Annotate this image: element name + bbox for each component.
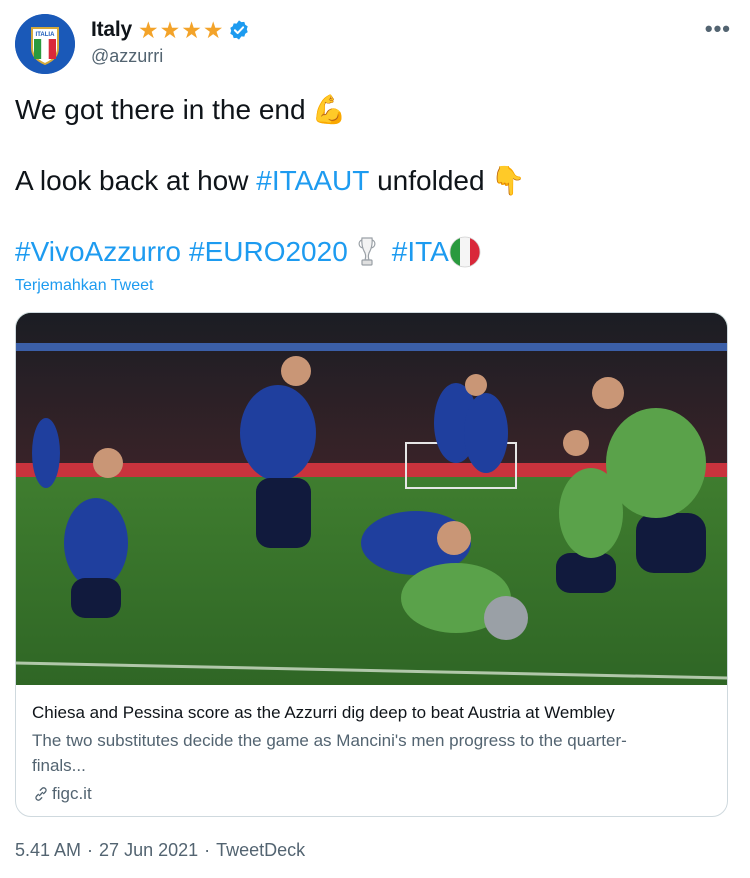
card-description-line2: finals... [32,756,86,775]
card-description-line1: The two substitutes decide the game as M… [32,731,627,750]
tweet-date[interactable]: 27 Jun 2021 [99,840,198,861]
tweet-text-line1: We got there in the end [15,94,306,125]
avatar-text: ITALIA [36,32,56,38]
pointing-down-icon: 👇 [490,165,526,196]
card-domain-text: figc.it [52,784,92,803]
author-handle[interactable]: @azzurri [91,46,163,67]
flexed-biceps-icon: 💪 [311,94,347,125]
hashtag-itaaut[interactable]: #ITAAUT [256,163,369,199]
match-photo-icon[interactable] [16,313,727,685]
tweet-text: We got there in the end 💪 A look back at… [15,92,735,305]
avatar[interactable]: ITALIA [15,14,75,74]
verified-badge-icon [229,20,248,40]
card-body: Chiesa and Pessina score as the Azzurri … [32,701,712,806]
tweet-source: TweetDeck [216,840,306,860]
hashtag-ita[interactable]: #ITA [392,234,449,270]
link-card[interactable]: Chiesa and Pessina score as the Azzurri … [15,312,728,817]
star-icon: ★ [159,17,181,43]
meta-separator: · [87,840,94,860]
hashtag-vivoazzurro[interactable]: #VivoAzzurro [15,234,181,270]
link-icon [35,787,47,801]
euro-trophy-icon[interactable] [356,235,378,269]
tweet-text-line2-prefix: A look back at how [15,165,257,196]
italy-flag-icon [449,236,481,268]
card-description: The two substitutes decide the game as M… [32,728,712,778]
card-domain[interactable]: figc.it [32,782,712,806]
card-title[interactable]: Chiesa and Pessina score as the Azzurri … [32,701,712,725]
author-name[interactable]: Italy [91,18,132,42]
tweet-header: ITALIA Italy ★ ★ ★ ★ @azzurri ••• [15,14,735,76]
star-icon: ★ [181,17,202,43]
star-icon: ★ [138,17,159,43]
tweet-line-2: A look back at how #ITAAUT unfolded 👇 [15,163,735,199]
star-badges: ★ ★ ★ ★ [138,18,224,42]
translate-tweet-link[interactable]: Terjemahkan Tweet [15,277,153,295]
meta-separator: · [204,840,211,860]
tweet-meta: 5.41 AM · 27 Jun 2021 · TweetDeck [15,840,305,861]
author-row: Italy ★ ★ ★ ★ [91,16,250,44]
tweet-line-3: #VivoAzzurro #EURO2020 #ITA [15,234,735,270]
more-options-icon[interactable]: ••• [705,16,731,42]
tweet-time[interactable]: 5.41 AM [15,840,81,861]
italy-crest-icon: ITALIA [15,14,75,74]
hashtag-euro2020[interactable]: #EURO2020 [189,234,348,270]
tweet-line-1: We got there in the end 💪 [15,92,735,128]
star-icon: ★ [202,17,224,43]
tweet-text-line2-suffix: unfolded [369,165,485,196]
